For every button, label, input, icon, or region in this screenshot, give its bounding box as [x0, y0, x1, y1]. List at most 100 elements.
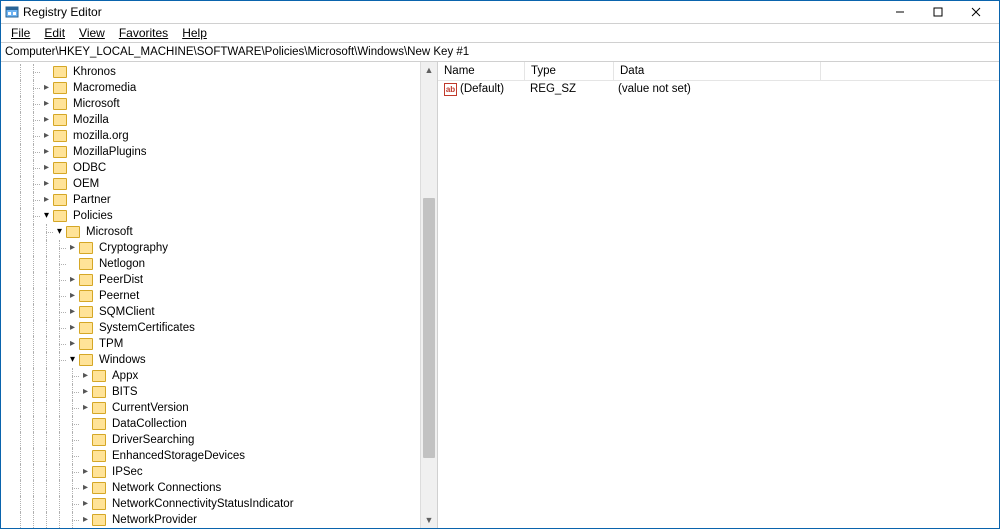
values-pane: Name Type Data ab(Default)REG_SZ(value n…	[438, 62, 999, 528]
expand-toggle[interactable]: ▸	[66, 304, 79, 320]
expand-toggle[interactable]: ▸	[79, 368, 92, 384]
folder-icon	[53, 114, 67, 126]
menu-view[interactable]: View	[73, 25, 111, 41]
folder-icon	[53, 194, 67, 206]
expand-toggle[interactable]: ▸	[40, 176, 53, 192]
expand-toggle[interactable]: ▸	[79, 464, 92, 480]
tree-item[interactable]: EnhancedStorageDevices	[1, 448, 437, 464]
tree-item[interactable]: ▸NetworkConnectivityStatusIndicator	[1, 496, 437, 512]
tree-item-label: Khronos	[71, 66, 118, 78]
col-name[interactable]: Name	[438, 62, 525, 80]
registry-tree[interactable]: Khronos▸Macromedia▸Microsoft▸Mozilla▸moz…	[1, 62, 437, 528]
tree-item-label: PeerDist	[97, 274, 145, 286]
expand-toggle[interactable]: ▸	[66, 320, 79, 336]
folder-icon	[92, 482, 106, 494]
tree-item[interactable]: DataCollection	[1, 416, 437, 432]
tree-item[interactable]: ▸ BITS	[1, 384, 437, 400]
expand-toggle[interactable]: ▸	[79, 512, 92, 528]
tree-item[interactable]: ▸MozillaPlugins	[1, 144, 437, 160]
expand-toggle[interactable]: ▸	[79, 496, 92, 512]
expand-toggle[interactable]: ▸	[79, 384, 92, 400]
tree-scrollbar[interactable]: ▲ ▼	[420, 62, 437, 528]
scroll-track[interactable]	[421, 78, 437, 512]
tree-item[interactable]: ▸ODBC	[1, 160, 437, 176]
folder-icon	[92, 434, 106, 446]
string-value-icon: ab	[444, 83, 457, 96]
tree-item[interactable]: ▸Network Connections	[1, 480, 437, 496]
registry-editor-window: Registry Editor File Edit View Favorites…	[0, 0, 1000, 529]
tree-item[interactable]: Khronos	[1, 64, 437, 80]
tree-item-label: BITS	[110, 386, 140, 398]
expand-toggle[interactable]: ▸	[79, 480, 92, 496]
value-row[interactable]: ab(Default)REG_SZ(value not set)	[438, 81, 999, 97]
expand-toggle[interactable]: ▸	[40, 80, 53, 96]
folder-icon	[79, 274, 93, 286]
expand-toggle[interactable]: ▸	[66, 240, 79, 256]
expand-toggle[interactable]: ▸	[40, 192, 53, 208]
folder-icon	[53, 66, 67, 78]
col-data[interactable]: Data	[614, 62, 821, 80]
tree-item[interactable]: ▸ NetworkProvider	[1, 512, 437, 528]
values-list[interactable]: ab(Default)REG_SZ(value not set)	[438, 81, 999, 97]
value-type: REG_SZ	[524, 83, 612, 95]
tree-item[interactable]: ▸ mozilla.org	[1, 128, 437, 144]
tree-item[interactable]: ▸Peernet	[1, 288, 437, 304]
tree-item[interactable]: ▸SQMClient	[1, 304, 437, 320]
expand-toggle[interactable]: ▸	[66, 336, 79, 352]
tree-item[interactable]: DriverSearching	[1, 432, 437, 448]
expand-toggle[interactable]: ▸	[40, 112, 53, 128]
expand-toggle[interactable]: ▸	[40, 160, 53, 176]
tree-item[interactable]: ▸Macromedia	[1, 80, 437, 96]
col-type[interactable]: Type	[525, 62, 614, 80]
menu-favorites[interactable]: Favorites	[113, 25, 174, 41]
address-bar[interactable]: Computer\HKEY_LOCAL_MACHINE\SOFTWARE\Pol…	[1, 43, 999, 62]
tree-item-windows[interactable]: ▾Windows	[1, 352, 437, 368]
tree-item[interactable]: ▸Microsoft	[1, 96, 437, 112]
tree-item[interactable]: ▸TPM	[1, 336, 437, 352]
tree-item[interactable]: ▸ Appx	[1, 368, 437, 384]
tree-item-label: SystemCertificates	[97, 322, 197, 334]
expand-toggle[interactable]: ▸	[40, 96, 53, 112]
menu-edit[interactable]: Edit	[38, 25, 71, 41]
tree-item-policies[interactable]: ▾Policies	[1, 208, 437, 224]
scroll-up-button[interactable]: ▲	[421, 62, 437, 78]
expand-toggle[interactable]: ▸	[79, 400, 92, 416]
scroll-thumb[interactable]	[423, 198, 435, 458]
menu-help[interactable]: Help	[176, 25, 213, 41]
expand-toggle[interactable]: ▾	[66, 352, 79, 368]
expand-toggle[interactable]: ▸	[66, 288, 79, 304]
tree-item[interactable]: ▸CurrentVersion	[1, 400, 437, 416]
folder-icon	[92, 386, 106, 398]
tree-item-label: Cryptography	[97, 242, 170, 254]
expand-toggle[interactable]: ▾	[40, 208, 53, 224]
tree-item[interactable]: ▸Mozilla	[1, 112, 437, 128]
tree-item-label: NetworkProvider	[110, 514, 199, 526]
folder-icon	[53, 162, 67, 174]
expand-toggle[interactable]: ▸	[40, 128, 53, 144]
address-text: Computer\HKEY_LOCAL_MACHINE\SOFTWARE\Pol…	[5, 46, 469, 58]
tree-item-microsoft[interactable]: ▾ Microsoft	[1, 224, 437, 240]
expand-toggle[interactable]: ▸	[40, 144, 53, 160]
tree-item[interactable]: ▸ Cryptography	[1, 240, 437, 256]
tree-item[interactable]: ▸Partner	[1, 192, 437, 208]
tree-item[interactable]: ▸ PeerDist	[1, 272, 437, 288]
expand-toggle[interactable]: ▸	[66, 272, 79, 288]
content-area: Khronos▸Macromedia▸Microsoft▸Mozilla▸moz…	[1, 62, 999, 528]
tree-item[interactable]: ▸ IPSec	[1, 464, 437, 480]
folder-icon	[92, 370, 106, 382]
tree-item-label: mozilla.org	[71, 130, 131, 142]
close-button[interactable]	[957, 1, 995, 23]
tree-item-label: Appx	[110, 370, 140, 382]
tree-item-label: Microsoft	[84, 226, 135, 238]
folder-icon	[92, 402, 106, 414]
menu-file[interactable]: File	[5, 25, 36, 41]
maximize-button[interactable]	[919, 1, 957, 23]
tree-item[interactable]: ▸ SystemCertificates	[1, 320, 437, 336]
tree-item-label: IPSec	[110, 466, 145, 478]
tree-item[interactable]: Netlogon	[1, 256, 437, 272]
tree-item[interactable]: ▸OEM	[1, 176, 437, 192]
scroll-down-button[interactable]: ▼	[421, 512, 437, 528]
minimize-button[interactable]	[881, 1, 919, 23]
expand-toggle[interactable]: ▾	[53, 224, 66, 240]
expand-toggle	[66, 256, 79, 272]
